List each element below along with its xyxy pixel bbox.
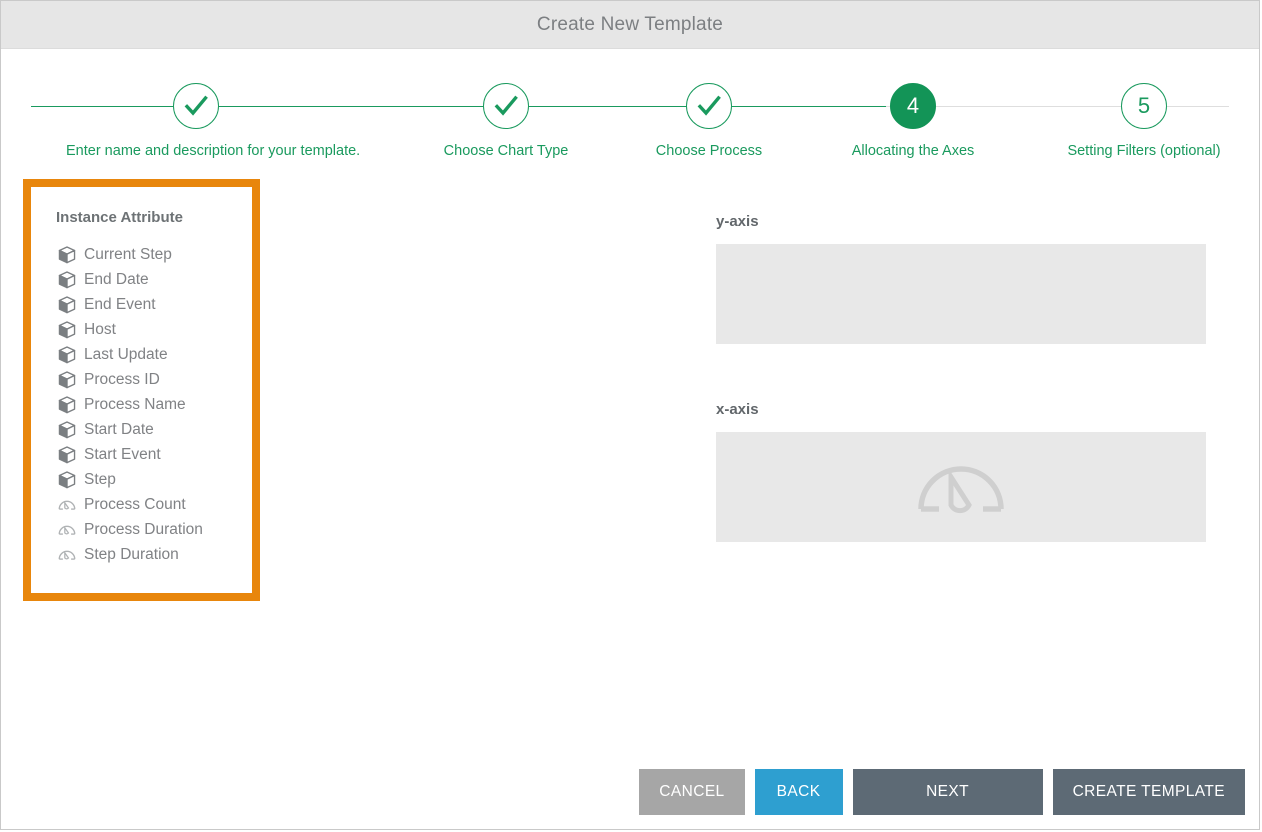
attribute-item[interactable]: Last Update [31, 342, 252, 367]
check-icon [182, 92, 210, 120]
attribute-item-label: Current Step [84, 246, 172, 264]
cube-icon [57, 420, 77, 440]
cube-icon [57, 245, 77, 265]
step-1-bubble [173, 83, 219, 129]
attribute-item-label: Step Duration [84, 546, 179, 564]
gauge-icon [57, 495, 77, 515]
next-button[interactable]: NEXT [853, 769, 1043, 815]
cube-icon [57, 445, 77, 465]
cancel-button[interactable]: CANCEL [639, 769, 744, 815]
attribute-item[interactable]: Host [31, 317, 252, 342]
stepper-step-5[interactable]: 5 Setting Filters (optional) [1014, 63, 1262, 159]
x-axis-dropzone[interactable] [716, 432, 1206, 542]
step-3-bubble [686, 83, 732, 129]
x-axis-label: x-axis [716, 401, 1206, 418]
step-4-label: Allocating the Axes [783, 143, 1043, 159]
check-icon [492, 92, 520, 120]
attribute-item[interactable]: Process ID [31, 367, 252, 392]
stepper-step-4[interactable]: 4 Allocating the Axes [783, 63, 1043, 159]
step-5-number: 5 [1138, 95, 1150, 117]
attribute-item[interactable]: Process Name [31, 392, 252, 417]
cube-icon [57, 270, 77, 290]
stepper-step-1[interactable]: Enter name and description for your temp… [66, 63, 326, 159]
attribute-item-label: Last Update [84, 346, 168, 364]
dialog-header: Create New Template [1, 1, 1259, 49]
instance-attribute-panel: Instance Attribute Current Step End Date E… [23, 179, 260, 601]
gauge-icon [57, 545, 77, 565]
x-axis-block: x-axis [716, 401, 1206, 542]
step-2-bubble [483, 83, 529, 129]
dialog-content: Instance Attribute Current Step End Date E… [1, 173, 1259, 773]
instance-attribute-title: Instance Attribute [56, 209, 252, 226]
y-axis-block: y-axis [716, 213, 1206, 344]
wizard-stepper: Enter name and description for your temp… [1, 63, 1259, 173]
attribute-item[interactable]: Start Event [31, 442, 252, 467]
attribute-item[interactable]: Step Duration [31, 542, 252, 567]
step-1-label: Enter name and description for your temp… [66, 143, 326, 159]
attribute-item[interactable]: Process Count [31, 492, 252, 517]
attribute-item-label: Step [84, 471, 116, 489]
attribute-item[interactable]: End Date [31, 267, 252, 292]
cube-icon [57, 395, 77, 415]
cube-icon [57, 320, 77, 340]
instance-attribute-list: Current Step End Date End Event Host Last Up… [31, 242, 252, 567]
attribute-item-label: Process ID [84, 371, 160, 389]
attribute-item-label: End Event [84, 296, 156, 314]
page-title: Create New Template [537, 14, 723, 36]
attribute-item-label: Host [84, 321, 116, 339]
create-template-dialog: Create New Template Enter name and descr… [0, 0, 1260, 830]
step-5-label: Setting Filters (optional) [1014, 143, 1262, 159]
attribute-item-label: Process Duration [84, 521, 203, 539]
gauge-icon [915, 457, 1007, 517]
y-axis-dropzone[interactable] [716, 244, 1206, 344]
attribute-item-label: Process Count [84, 496, 186, 514]
attribute-item[interactable]: Step [31, 467, 252, 492]
attribute-item-label: Start Date [84, 421, 154, 439]
cube-icon [57, 470, 77, 490]
attribute-item[interactable]: End Event [31, 292, 252, 317]
gauge-icon [57, 520, 77, 540]
cube-icon [57, 295, 77, 315]
back-button[interactable]: BACK [755, 769, 843, 815]
attribute-item[interactable]: Start Date [31, 417, 252, 442]
y-axis-label: y-axis [716, 213, 1206, 230]
attribute-item-label: Process Name [84, 396, 186, 414]
cube-icon [57, 345, 77, 365]
step-4-bubble: 4 [890, 83, 936, 129]
attribute-item-label: End Date [84, 271, 149, 289]
attribute-item-label: Start Event [84, 446, 161, 464]
cube-icon [57, 370, 77, 390]
attribute-item[interactable]: Process Duration [31, 517, 252, 542]
step-4-number: 4 [907, 95, 919, 117]
create-template-button[interactable]: CREATE TEMPLATE [1053, 769, 1245, 815]
dialog-footer: CANCEL BACK NEXT CREATE TEMPLATE [1, 769, 1259, 815]
step-5-bubble: 5 [1121, 83, 1167, 129]
attribute-item[interactable]: Current Step [31, 242, 252, 267]
check-icon [695, 92, 723, 120]
